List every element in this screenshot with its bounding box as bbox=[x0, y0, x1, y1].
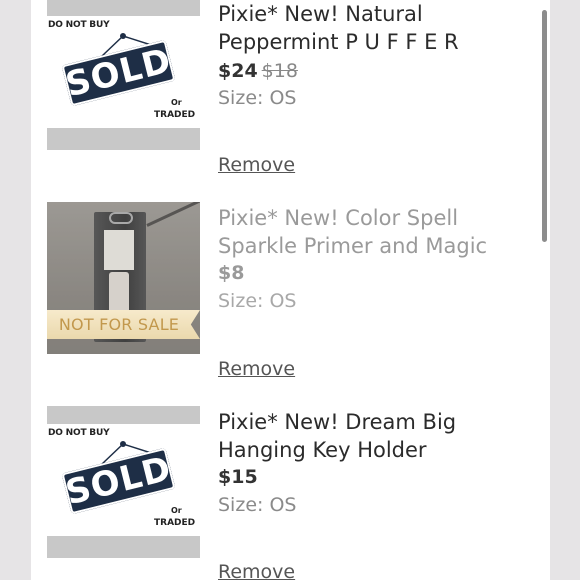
item-title-line: Hanging Key Holder bbox=[218, 438, 427, 462]
item-title-line: Pixie* New! Natural bbox=[218, 2, 423, 26]
item-size: Size: OS bbox=[218, 290, 297, 312]
package-label bbox=[104, 230, 134, 270]
item-title-line: Pixie* New! Dream Big bbox=[218, 410, 457, 434]
item-price: $15 bbox=[218, 466, 258, 488]
thumbnail-bottom-band bbox=[47, 536, 200, 558]
remove-link[interactable]: Remove bbox=[218, 561, 295, 580]
item-price: $24 $18 bbox=[218, 60, 298, 82]
thumbnail-bottom-band bbox=[47, 128, 200, 150]
or-text: Or bbox=[171, 506, 182, 515]
item-size: Size: OS bbox=[218, 494, 297, 516]
item-thumbnail-photo[interactable]: NOT FOR SALE bbox=[47, 202, 200, 354]
item-thumbnail-sold[interactable]: DO NOT BUY SOLD Or TRADED bbox=[47, 406, 200, 558]
remove-link[interactable]: Remove bbox=[218, 358, 295, 380]
current-price: $24 bbox=[218, 60, 258, 82]
item-title-line: Sparkle Primer and Magic bbox=[218, 234, 488, 258]
package-hook bbox=[109, 212, 133, 224]
ribbon-text: NOT FOR SALE bbox=[58, 315, 180, 334]
item-size: Size: OS bbox=[218, 87, 297, 109]
original-price: $18 bbox=[261, 60, 298, 82]
not-for-sale-ribbon: NOT FOR SALE bbox=[47, 310, 200, 339]
item-title-line: Pixie* New! Color Spell bbox=[218, 206, 459, 230]
bundle-list: DO NOT BUY SOLD Or TRADED Pixie* New! Na… bbox=[31, 0, 550, 580]
item-title[interactable]: Pixie* New! Dream Big Hanging Key Holder bbox=[218, 408, 518, 464]
or-text: Or bbox=[171, 98, 182, 107]
item-title-line: Peppermint P U F F E R bbox=[218, 30, 459, 54]
traded-text: TRADED bbox=[154, 110, 196, 120]
item-thumbnail-sold[interactable]: DO NOT BUY SOLD Or TRADED bbox=[47, 0, 200, 150]
item-title[interactable]: Pixie* New! Color Spell Sparkle Primer a… bbox=[218, 204, 518, 260]
item-price: $8 bbox=[218, 262, 245, 284]
remove-link[interactable]: Remove bbox=[218, 154, 295, 176]
traded-text: TRADED bbox=[154, 518, 196, 528]
item-title[interactable]: Pixie* New! Natural Peppermint P U F F E… bbox=[218, 0, 518, 56]
scrollbar-thumb[interactable] bbox=[542, 10, 547, 242]
